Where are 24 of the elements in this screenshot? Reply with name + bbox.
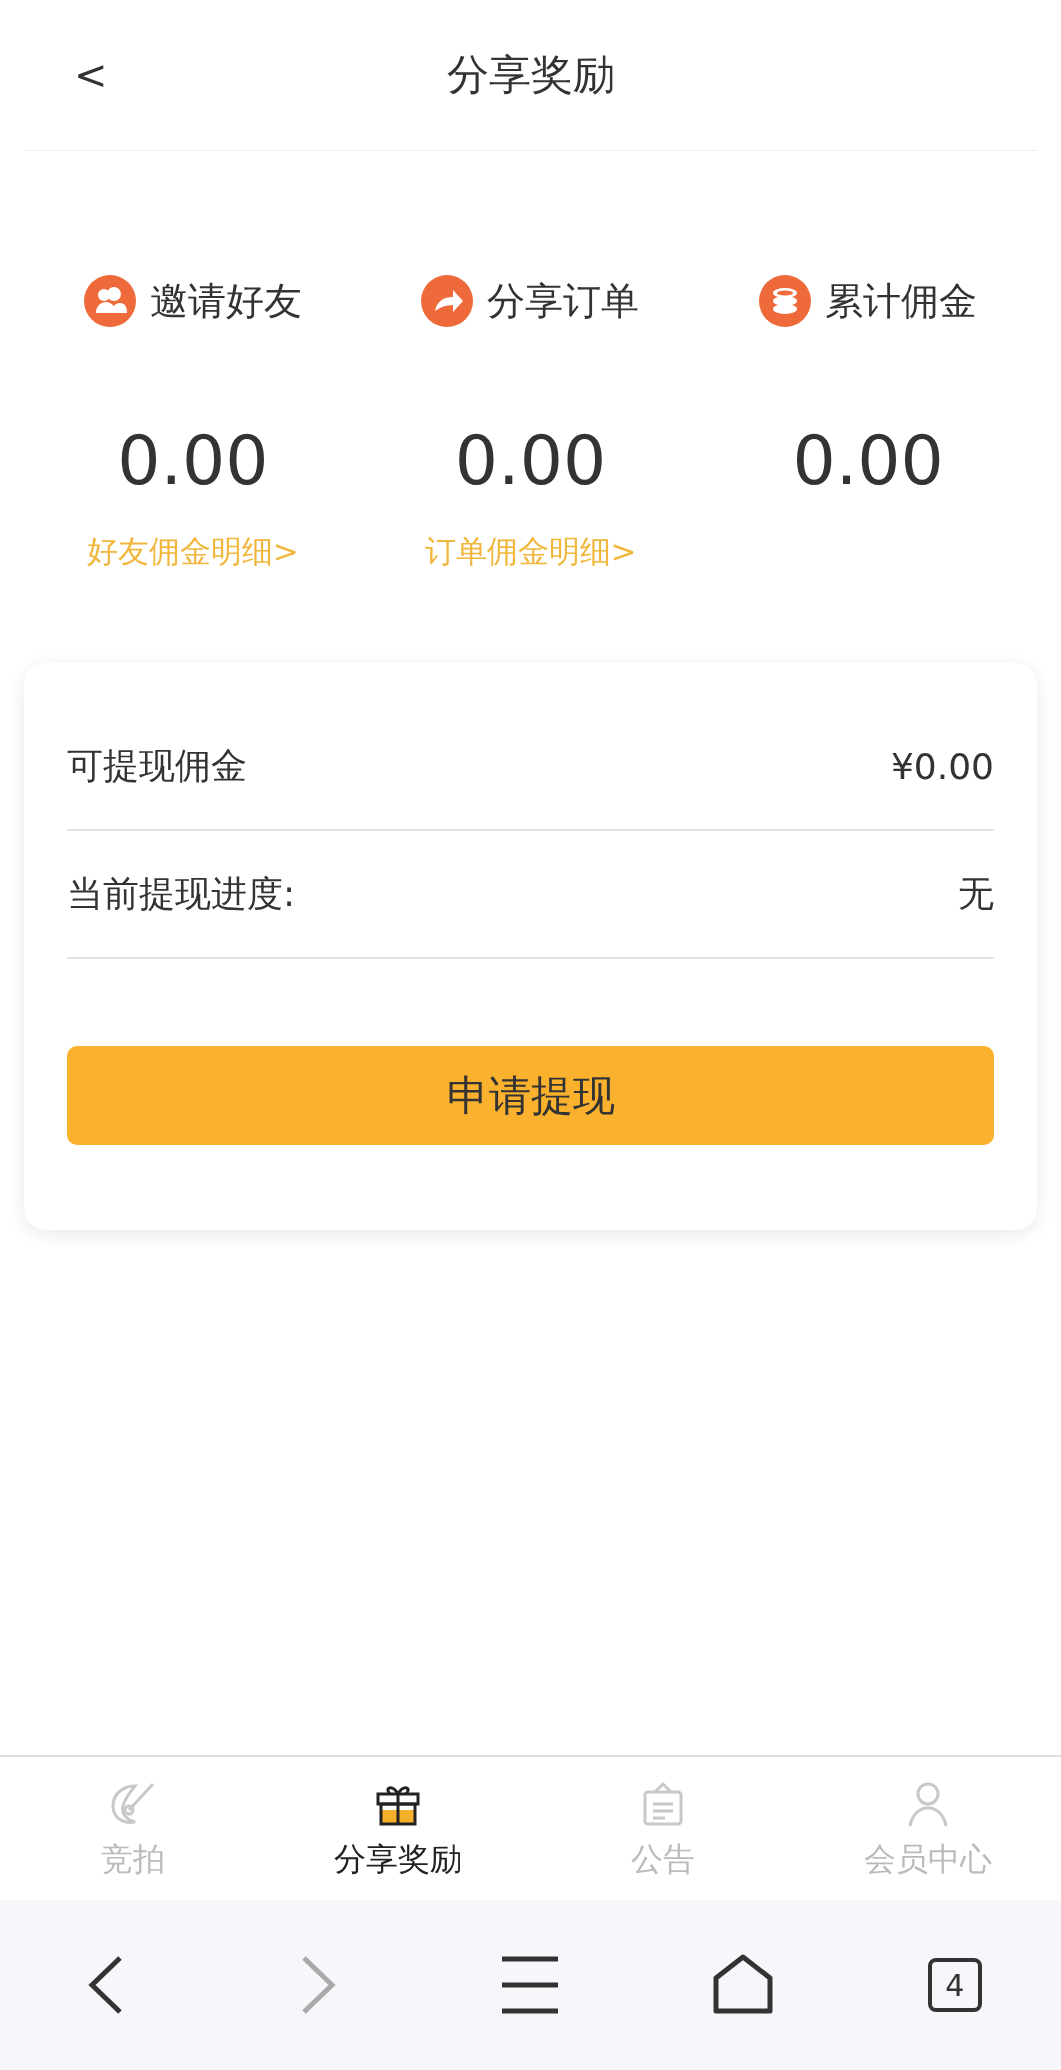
tab[interactable]: 竞拍	[0, 1757, 266, 1900]
tab[interactable]: 公告	[530, 1757, 796, 1900]
row-value: 无	[958, 871, 994, 916]
tab[interactable]: 会员中心	[795, 1757, 1061, 1900]
stat-label: 累计佣金	[825, 277, 978, 325]
stat-label: 分享订单	[487, 277, 640, 325]
home-icon[interactable]	[711, 1954, 774, 2016]
coins-icon	[759, 275, 812, 327]
detail-link[interactable]: 好友佣金明细>	[86, 531, 299, 573]
stat-label: 邀请好友	[149, 277, 302, 325]
tab[interactable]: 分享奖励	[265, 1757, 531, 1900]
row-label: 当前提现进度:	[67, 871, 296, 916]
menu-icon[interactable]	[502, 1956, 559, 2014]
stat-value: 0.00	[792, 421, 944, 501]
detail-link[interactable]: 订单佣金明细>	[424, 531, 637, 573]
withdraw-button[interactable]: 申请提现	[67, 1046, 994, 1145]
back-button[interactable]: <	[74, 52, 108, 98]
tab-count-button[interactable]: 4	[927, 1958, 982, 2012]
stat-value: 0.00	[454, 421, 607, 501]
row-value: ¥0.00	[890, 745, 994, 787]
stat-value: 0.00	[117, 421, 269, 501]
row-label: 可提现佣金	[67, 743, 247, 788]
people-icon	[83, 275, 136, 327]
page-title: 分享奖励	[446, 49, 615, 101]
